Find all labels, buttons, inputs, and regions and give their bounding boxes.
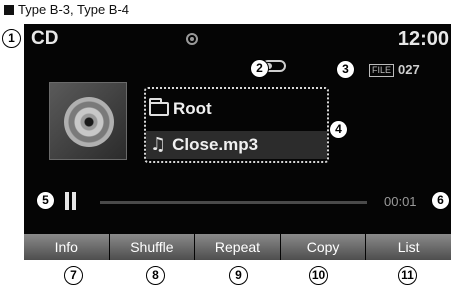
folder-row: Root: [149, 97, 212, 121]
source-label: CD: [31, 28, 59, 49]
pause-icon[interactable]: [65, 192, 77, 210]
callout-11: 11: [398, 266, 417, 285]
figure-caption: Type B-3, Type B-4: [4, 2, 129, 18]
album-art: [49, 82, 127, 160]
file-badge: FILE: [369, 64, 395, 77]
clock: 12:00: [397, 28, 449, 50]
callout-8: 8: [146, 266, 165, 285]
file-count: 027: [398, 62, 420, 77]
music-note-icon: ♫: [150, 134, 167, 155]
callout-6: 6: [431, 191, 450, 210]
copy-button[interactable]: Copy: [280, 234, 366, 260]
elapsed-time: 00:01: [384, 194, 417, 209]
disc-icon: [186, 33, 198, 45]
media-screen: CD 12:00 FILE 027 Root ♫ Close.mp3 00:01…: [24, 24, 451, 260]
progress-bar[interactable]: [100, 201, 367, 204]
callout-3: 3: [336, 60, 355, 79]
callout-2: 2: [250, 59, 269, 78]
square-bullet-icon: [4, 5, 14, 15]
folder-icon: [149, 98, 169, 116]
track-name: Close.mp3: [172, 135, 259, 154]
callout-9: 9: [229, 266, 248, 285]
softkey-bar: Info Shuffle Repeat Copy List: [24, 234, 451, 260]
callout-1: 1: [2, 29, 21, 48]
callout-10: 10: [309, 266, 328, 285]
callout-4: 4: [329, 120, 348, 139]
folder-name: Root: [173, 99, 212, 118]
track-row: ♫ Close.mp3: [146, 131, 327, 159]
cd-art-icon: [64, 97, 114, 147]
caption-text: Type B-3, Type B-4: [18, 2, 130, 17]
info-button[interactable]: Info: [24, 234, 109, 260]
track-info-box: Root ♫ Close.mp3: [144, 87, 329, 163]
repeat-button[interactable]: Repeat: [195, 234, 280, 260]
list-button[interactable]: List: [366, 234, 451, 260]
shuffle-button[interactable]: Shuffle: [109, 234, 195, 260]
callout-5: 5: [36, 191, 55, 210]
callout-7: 7: [64, 266, 83, 285]
